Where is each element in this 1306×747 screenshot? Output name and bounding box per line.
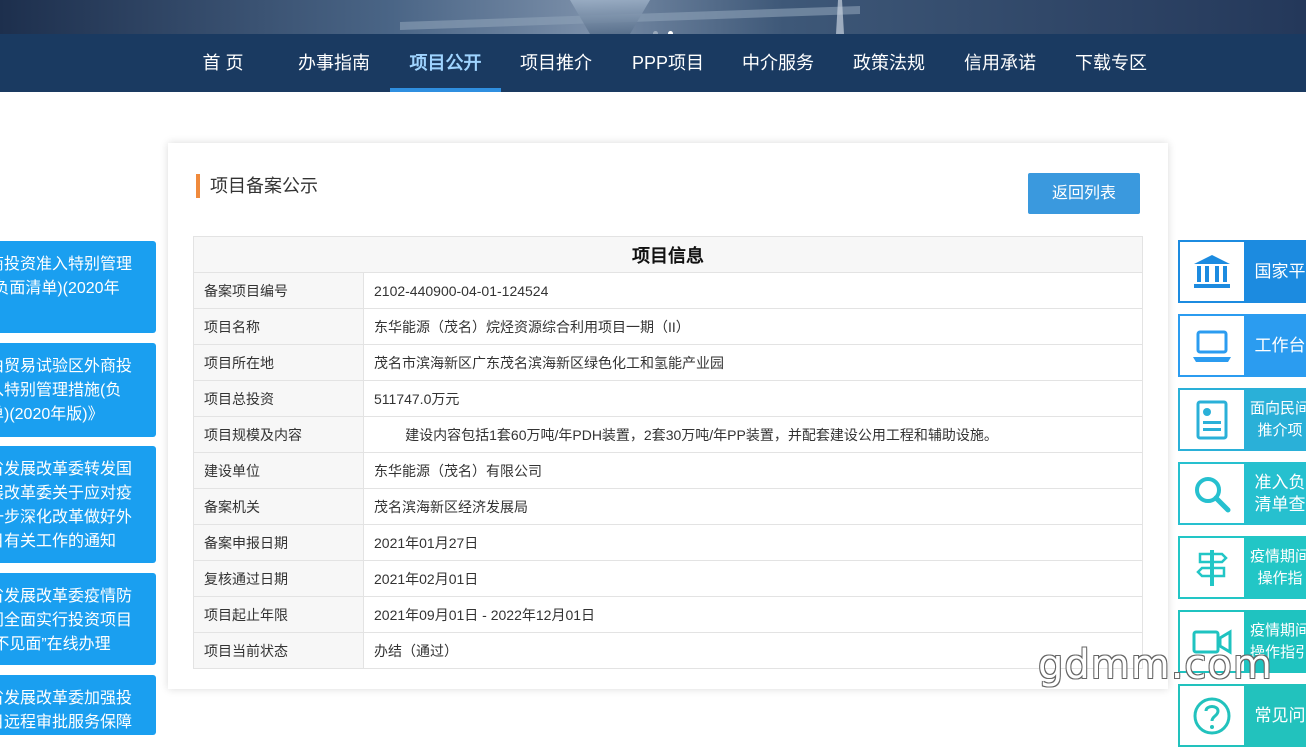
left-news-card[interactable]: 商投资准入特别管理 (负面清单)(2020年	[0, 241, 156, 333]
row-label: 项目起止年限	[193, 596, 364, 633]
panel-title: 项目备案公示	[196, 174, 318, 198]
left-news-card[interactable]: 省发展改革委疫情防 间全面实行投资项目 “不见面”在线办理	[0, 573, 156, 665]
service-label: 准入负	[1254, 472, 1306, 492]
service-label: 推介项	[1257, 421, 1303, 439]
nav-item-project-public[interactable]: 项目公开	[390, 34, 501, 92]
left-news-line: 由贸易试验区外商投	[0, 358, 133, 375]
row-value: 2021年09月01日 - 2022年12月01日	[363, 596, 1143, 633]
laptop-icon	[1180, 316, 1244, 375]
row-value: 东华能源（茂名）有限公司	[363, 452, 1143, 489]
row-label: 项目所在地	[193, 344, 364, 381]
service-negative-list[interactable]: 准入负 清单查	[1178, 462, 1306, 525]
project-info-panel: 项目备案公示 返回列表 项目信息 备案项目编号 2102-440900-04-01…	[168, 143, 1168, 689]
left-news-card[interactable]: 省发展改革委加强投 目远程审批服务保障	[0, 675, 156, 735]
left-news-line: “不见面”在线办理	[0, 636, 111, 653]
banner-bridge-pillar	[836, 0, 844, 34]
row-value: 511747.0万元	[363, 380, 1143, 417]
row-label: 备案机关	[193, 488, 364, 525]
nav-item-credit[interactable]: 信用承诺	[963, 34, 1037, 92]
row-value: 东华能源（茂名）烷烃资源综合利用项目一期（II）	[363, 308, 1143, 345]
table-row: 项目所在地 茂名市滨海新区广东茂名滨海新区绿色化工和氢能产业园	[193, 344, 1143, 381]
service-label: 操作指	[1257, 569, 1303, 587]
document-list-icon	[1180, 390, 1244, 449]
left-news-line: (负面清单)(2020年	[0, 280, 120, 297]
nav-item-download[interactable]: 下载专区	[1074, 34, 1148, 92]
row-label: 复核通过日期	[193, 560, 364, 597]
service-label: 国家平	[1254, 261, 1306, 281]
service-faq[interactable]: 常见问	[1178, 684, 1306, 747]
row-label: 项目当前状态	[193, 632, 364, 669]
left-news-line: 目远程审批服务保障	[0, 714, 133, 731]
table-row: 项目起止年限 2021年09月01日 - 2022年12月01日	[193, 596, 1143, 633]
main-nav: 首 页 办事指南 项目公开 项目推介 PPP项目 中介服务 政策法规 信用承诺 …	[0, 34, 1306, 92]
row-value: 茂名市滨海新区广东茂名滨海新区绿色化工和氢能产业园	[363, 344, 1143, 381]
row-label: 备案申报日期	[193, 524, 364, 561]
row-value: 2102-440900-04-01-124524	[363, 272, 1143, 309]
table-header: 项目信息	[193, 236, 1143, 273]
row-value: 建设内容包括1套60万吨/年PDH装置，2套30万吨/年PP装置，并配套建设公用…	[363, 416, 1143, 453]
table-row: 项目规模及内容 建设内容包括1套60万吨/年PDH装置，2套30万吨/年PP装置…	[193, 416, 1143, 453]
left-news-line: 省发展改革委加强投	[0, 690, 133, 707]
left-news-line: 间全面实行投资项目	[0, 612, 133, 629]
nav-item-policy[interactable]: 政策法规	[852, 34, 926, 92]
nav-item-agency[interactable]: 中介服务	[741, 34, 815, 92]
left-news-line: 省发展改革委疫情防	[0, 588, 133, 605]
question-icon	[1180, 686, 1244, 745]
service-label: 面向民间	[1249, 399, 1306, 417]
table-row: 复核通过日期 2021年02月01日	[193, 560, 1143, 597]
left-news-card[interactable]: 省发展改革委转发国 展改革委关于应对疫 一步深化改革做好外 目有关工作的通知	[0, 446, 156, 563]
signpost-icon	[1180, 538, 1244, 597]
table-row: 项目总投资 511747.0万元	[193, 380, 1143, 417]
table-row: 备案项目编号 2102-440900-04-01-124524	[193, 272, 1143, 309]
service-label: 常见问	[1254, 705, 1306, 725]
row-value: 茂名滨海新区经济发展局	[363, 488, 1143, 525]
row-value: 2021年01月27日	[363, 524, 1143, 561]
row-value: 办结（通过）	[363, 632, 1143, 669]
left-news-line: 入特别管理措施(负	[0, 382, 122, 399]
left-news-line: 展改革委关于应对疫	[0, 485, 133, 502]
back-to-list-button[interactable]: 返回列表	[1028, 173, 1140, 214]
government-building-icon	[1180, 242, 1244, 301]
table-row: 建设单位 东华能源（茂名）有限公司	[193, 452, 1143, 489]
project-info-table: 项目信息 备案项目编号 2102-440900-04-01-124524 项目名称…	[193, 236, 1143, 669]
row-label: 备案项目编号	[193, 272, 364, 309]
row-label: 项目总投资	[193, 380, 364, 417]
service-label: 疫情期间	[1249, 621, 1306, 639]
service-private-projects[interactable]: 面向民间 推介项	[1178, 388, 1306, 451]
watermark-text: gdmm.com	[1038, 642, 1273, 688]
service-label: 工作台	[1254, 335, 1306, 355]
service-label: 疫情期间	[1249, 547, 1306, 565]
row-label: 项目规模及内容	[193, 416, 364, 453]
nav-item-home[interactable]: 首 页	[200, 34, 246, 92]
top-banner	[0, 0, 1306, 34]
nav-item-guide[interactable]: 办事指南	[297, 34, 371, 92]
search-icon	[1180, 464, 1244, 523]
row-value: 2021年02月01日	[363, 560, 1143, 597]
row-label: 项目名称	[193, 308, 364, 345]
nav-item-project-promo[interactable]: 项目推介	[519, 34, 593, 92]
left-news-line: 单)(2020年版)》	[0, 406, 104, 423]
table-row: 备案申报日期 2021年01月27日	[193, 524, 1143, 561]
row-label: 建设单位	[193, 452, 364, 489]
service-workbench[interactable]: 工作台	[1178, 314, 1306, 377]
table-row: 项目名称 东华能源（茂名）烷烃资源综合利用项目一期（II）	[193, 308, 1143, 345]
service-epidemic-guide[interactable]: 疫情期间 操作指	[1178, 536, 1306, 599]
table-row: 项目当前状态 办结（通过）	[193, 632, 1143, 669]
nav-item-ppp[interactable]: PPP项目	[632, 34, 704, 92]
service-label: 清单查	[1254, 494, 1306, 514]
left-news-line: 省发展改革委转发国	[0, 461, 133, 478]
table-row: 备案机关 茂名滨海新区经济发展局	[193, 488, 1143, 525]
left-news-line: 一步深化改革做好外	[0, 509, 133, 526]
left-news-card[interactable]: 由贸易试验区外商投 入特别管理措施(负 单)(2020年版)》	[0, 343, 156, 437]
left-news-line: 目有关工作的通知	[0, 533, 117, 550]
left-news-line: 商投资准入特别管理	[0, 256, 133, 273]
service-national-platform[interactable]: 国家平	[1178, 240, 1306, 303]
